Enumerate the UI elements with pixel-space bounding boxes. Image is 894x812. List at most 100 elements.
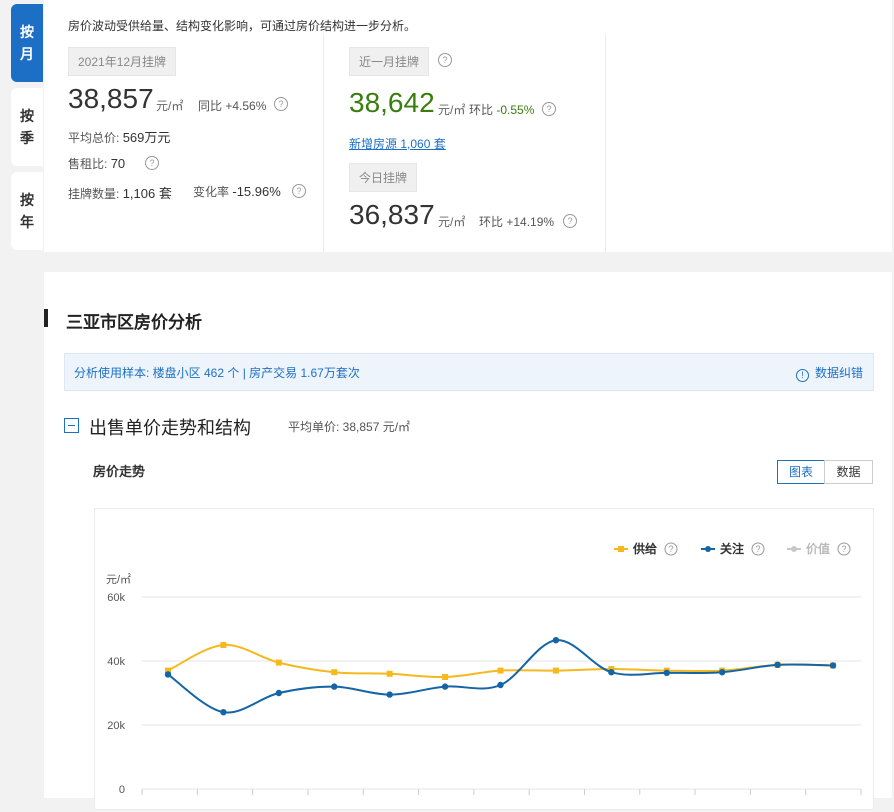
yoy-value: 同比 +4.56% (198, 97, 266, 114)
legend-label-1: 关注 (720, 541, 744, 556)
tab-by-quarter-char2: 季 (20, 130, 34, 146)
mom-help-icon[interactable]: ? (542, 102, 556, 116)
listing-count-label: 挂牌数量: (68, 187, 120, 201)
rent-ratio-help-icon[interactable]: ? (145, 156, 159, 170)
y-tick-label-40k: 40k (107, 656, 125, 668)
series-1-point-3 (331, 683, 338, 690)
price-analysis-panel: 三亚市区房价分析 分析使用样本: 楼盘小区 462 个 | 房产交易 1.67万… (44, 272, 892, 810)
sample-info-bar: 分析使用样本: 楼盘小区 462 个 | 房产交易 1.67万套次 ! 数据纠错 (64, 353, 874, 391)
avg-total-value: 569万元 (122, 130, 171, 145)
series-0-point-5 (442, 674, 449, 680)
series-0-point-2 (275, 659, 282, 666)
today-mom-value: 环比 +14.19% (479, 213, 554, 230)
legend-help-mark-2: ? (841, 544, 846, 554)
series-1-point-2 (275, 689, 283, 697)
yoy-number: +4.56% (225, 99, 267, 113)
avg-total-label: 平均总价: (68, 131, 120, 145)
price-trend-svg: 0 20k 40k 60k 元/㎡ 供给? 关注? 价值? (106, 541, 862, 796)
change-rate: 变化率 -15.96% (193, 183, 281, 200)
rent-ratio: 售租比: 70 (68, 155, 125, 172)
month-listing-tag: 2021年12月挂牌 (68, 47, 177, 76)
data-view-button[interactable]: 数据 (824, 460, 873, 484)
change-rate-value: -15.96% (232, 184, 281, 199)
series-0-point-7 (552, 667, 559, 674)
yoy-label: 同比 (198, 99, 223, 113)
tab-by-month-char2: 月 (20, 46, 34, 62)
tab-by-year-char2: 年 (20, 214, 34, 230)
series-1-point-11 (774, 661, 781, 669)
series-line-1 (167, 639, 834, 714)
listing-count-value: 1,106 套 (122, 186, 172, 201)
divider-1 (323, 34, 324, 252)
series-1-point-10 (718, 669, 726, 676)
today-listing-price: 36,837 (349, 199, 435, 230)
series-1-point-9 (663, 669, 670, 677)
tab-by-year[interactable]: 按 年 (11, 172, 43, 250)
legend-marker-2 (791, 546, 797, 552)
series-1-point-12 (829, 662, 837, 669)
legend-label-2: 价值 (806, 541, 830, 556)
change-rate-label: 变化率 (193, 185, 230, 199)
sample-text: 分析使用样本: 楼盘小区 462 个 | 房产交易 1.67万套次 (74, 366, 360, 380)
series-1-point-1 (220, 709, 227, 716)
y-axis-label: 元/㎡ (106, 573, 131, 586)
legend-marker-1 (705, 546, 711, 552)
listing-count: 挂牌数量: 1,106 套 (68, 183, 172, 202)
divider-2 (605, 34, 606, 252)
series-0-point-1 (220, 642, 227, 648)
new-listings-link[interactable]: 新增房源 1,060 套 (349, 135, 446, 152)
y-tick-label-0: 0 (119, 784, 125, 796)
legend-help-mark-1: ? (755, 544, 760, 554)
change-rate-help-icon[interactable]: ? (292, 184, 306, 198)
tab-by-year-char1: 按 (20, 192, 34, 208)
series-0-point-6 (497, 667, 504, 674)
legend-help-mark-0: ? (668, 544, 673, 554)
section-marker (44, 309, 48, 327)
month-listing-price: 38,857 (68, 83, 154, 114)
today-listing-tag: 今日挂牌 (349, 163, 418, 192)
month-listing-unit: 元/㎡ (156, 99, 184, 113)
rent-ratio-value: 70 (110, 156, 126, 171)
section-title: 三亚市区房价分析 (66, 313, 202, 332)
y-tick-label-60k: 60k (107, 592, 125, 604)
data-error-label: 数据纠错 (814, 366, 863, 380)
mom-value: 环比 -0.55% (469, 101, 534, 118)
recent-listing-price: 38,642 (349, 87, 435, 118)
series-1-point-0 (164, 671, 172, 678)
tab-by-month[interactable]: 按 月 (11, 4, 43, 82)
series-1-point-4 (386, 691, 393, 698)
today-mom-label: 环比 (479, 215, 504, 229)
mom-number: -0.55% (496, 103, 535, 117)
rent-ratio-label: 售租比: (68, 157, 108, 171)
avg-unit-price: 平均单价: 38,857 元/㎡ (288, 420, 411, 434)
price-stats-panel: 房价波动受供给量、结构变化影响，可通过房价结构进一步分析。 2021年12月挂牌… (44, 0, 892, 252)
tab-by-month-char1: 按 (20, 24, 34, 40)
series-1-point-7 (552, 637, 560, 644)
mom-label: 环比 (469, 103, 494, 117)
series-1-point-5 (441, 683, 449, 690)
tab-by-quarter-char1: 按 (20, 108, 34, 124)
chart-view-button[interactable]: 图表 (777, 460, 825, 484)
legend-label-0: 供给 (632, 541, 657, 556)
series-0-point-3 (331, 669, 338, 676)
price-trend-chart: 0 20k 40k 60k 元/㎡ 供给? 关注? 价值? (94, 508, 874, 810)
recent-listing-help-icon[interactable]: ? (438, 53, 452, 67)
collapse-toggle[interactable] (64, 418, 79, 433)
yoy-help-icon[interactable]: ? (274, 97, 288, 111)
trend-title: 房价走势 (93, 464, 146, 479)
today-mom-help-icon[interactable]: ? (563, 214, 577, 228)
subsection-title: 出售单价走势和结构 (89, 418, 251, 438)
avg-total: 平均总价: 569万元 (68, 127, 170, 146)
series-0-point-4 (386, 670, 393, 677)
recent-listing-tag: 近一月挂牌 (349, 47, 430, 76)
data-error-link[interactable]: ! 数据纠错 (795, 364, 863, 382)
y-tick-label-20k: 20k (107, 720, 125, 732)
today-listing-unit: 元/㎡ (438, 215, 466, 229)
series-1-point-8 (608, 669, 615, 676)
recent-listing-unit: 元/㎡ (438, 103, 466, 117)
today-mom-number: +14.19% (506, 215, 555, 229)
series-1-point-6 (497, 681, 504, 689)
info-icon: ! (795, 369, 809, 382)
tab-by-quarter[interactable]: 按 季 (11, 88, 43, 166)
price-note: 房价波动受供给量、结构变化影响，可通过房价结构进一步分析。 (68, 19, 417, 33)
